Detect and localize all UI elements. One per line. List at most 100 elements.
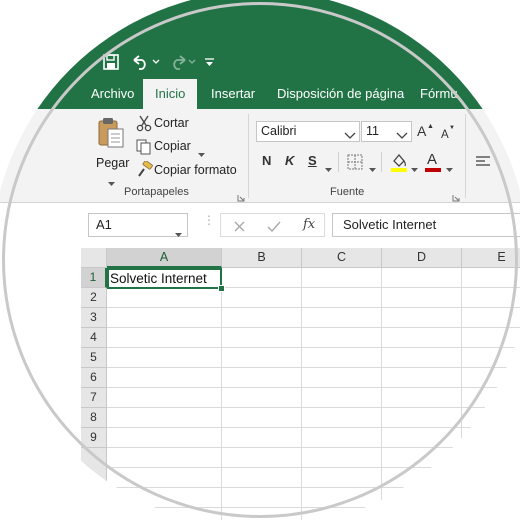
save-icon[interactable] [102,50,120,74]
cell[interactable] [107,308,222,328]
cell[interactable] [462,348,520,368]
cell[interactable] [107,388,222,408]
cell[interactable] [382,448,462,468]
cell[interactable] [302,488,382,508]
italic-button[interactable]: K [285,153,299,171]
cell[interactable] [107,468,222,488]
column-header-e[interactable]: E [462,248,520,268]
cell[interactable] [462,368,520,388]
redo-icon[interactable] [167,50,189,74]
cell[interactable] [222,508,302,520]
cell[interactable] [107,428,222,448]
column-header-c[interactable]: C [302,248,382,268]
cell[interactable] [382,368,462,388]
font-name-dropdown[interactable]: Calibri [256,121,360,142]
cell[interactable] [302,448,382,468]
cell[interactable] [107,348,222,368]
font-color-button[interactable]: A [424,151,442,172]
cell[interactable] [302,388,382,408]
font-size-dropdown[interactable]: 11 [361,121,412,142]
align-left-icon[interactable] [475,155,491,174]
column-header-d[interactable]: D [382,248,462,268]
cell[interactable] [302,428,382,448]
cell[interactable] [382,388,462,408]
fill-handle[interactable] [218,285,225,292]
insert-function-button[interactable]: fx [303,214,315,236]
grow-font-button[interactable]: A ▲ [417,123,434,141]
cell[interactable] [382,308,462,328]
fill-color-dropdown-icon[interactable] [411,160,418,178]
row-header-6[interactable]: 6 [81,368,107,388]
bold-button[interactable]: N [262,153,276,171]
row-header-4[interactable]: 4 [81,328,107,348]
cell[interactable] [222,428,302,448]
cell[interactable] [302,288,382,308]
cell[interactable] [222,448,302,468]
cell[interactable] [382,508,462,520]
row-header-9[interactable]: 9 [81,428,107,448]
cell[interactable] [462,508,520,520]
column-header-a[interactable]: A [107,248,222,268]
cell[interactable] [107,368,222,388]
formula-bar-grip-icon[interactable]: ⋮ [203,214,215,226]
cell[interactable] [222,268,302,288]
formula-input[interactable]: Solvetic Internet [332,213,520,237]
cell[interactable] [222,408,302,428]
cell[interactable] [222,288,302,308]
borders-dropdown-icon[interactable] [369,160,376,178]
cell[interactable] [462,308,520,328]
undo-icon[interactable] [130,50,152,74]
underline-dropdown-icon[interactable] [325,160,332,178]
row-header-5[interactable]: 5 [81,348,107,368]
select-all-corner[interactable] [81,248,107,268]
cell[interactable] [462,488,520,508]
cancel-icon[interactable] [233,218,246,240]
cell[interactable] [107,508,222,520]
cell[interactable] [382,468,462,488]
undo-dropdown-icon[interactable] [152,50,160,74]
cell[interactable] [382,348,462,368]
format-painter-button[interactable]: Copiar formato [135,160,240,180]
cell[interactable] [222,348,302,368]
cell[interactable] [302,328,382,348]
cell[interactable] [382,428,462,448]
cell[interactable] [382,328,462,348]
font-color-dropdown-icon[interactable] [446,160,453,178]
cell[interactable] [382,288,462,308]
cell[interactable] [462,288,520,308]
cell[interactable] [462,428,520,448]
cell[interactable] [107,328,222,348]
row-header-3[interactable]: 3 [81,308,107,328]
tab-disposicion-de-pagina[interactable]: Disposición de página [277,79,404,109]
copy-button[interactable]: Copiar [135,137,210,157]
cell[interactable] [302,268,382,288]
underline-button[interactable]: S [308,153,322,171]
cell[interactable] [462,388,520,408]
cell[interactable] [462,448,520,468]
cell[interactable] [382,268,462,288]
row-header-1[interactable]: 1 [81,268,107,288]
cell[interactable] [302,348,382,368]
paste-button[interactable]: Pegar [92,114,130,186]
row-header-8[interactable]: 8 [81,408,107,428]
cell[interactable] [222,328,302,348]
cell[interactable] [462,408,520,428]
tab-inicio[interactable]: Inicio [143,79,198,110]
cell[interactable] [222,308,302,328]
cell[interactable] [302,308,382,328]
name-box[interactable]: A1 [88,213,188,237]
tab-insertar[interactable]: Insertar [211,79,255,109]
cell[interactable] [107,488,222,508]
cell[interactable] [107,448,222,468]
cell[interactable] [302,368,382,388]
cell[interactable] [382,408,462,428]
cell[interactable] [302,508,382,520]
cell[interactable] [222,368,302,388]
paste-dropdown-icon[interactable] [108,174,115,192]
cell[interactable] [222,388,302,408]
tab-formulas[interactable]: Fórmu [420,79,458,109]
tab-archivo[interactable]: Archivo [91,79,134,109]
cell[interactable] [462,468,520,488]
borders-icon[interactable] [347,154,363,175]
column-header-b[interactable]: B [222,248,302,268]
